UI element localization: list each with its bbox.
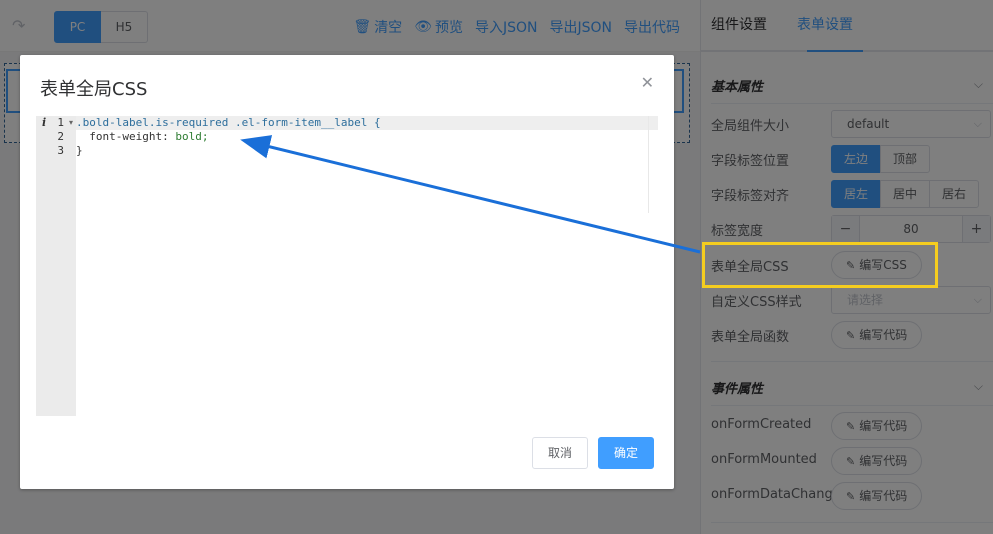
- cancel-button[interactable]: 取消: [532, 437, 588, 469]
- code-line: }: [76, 144, 83, 157]
- info-icon: i: [42, 116, 47, 129]
- code-line: font-weight: bold;: [76, 130, 209, 143]
- editor-gutter: i 1 ▾ 2 3: [36, 116, 76, 416]
- print-margin: [648, 116, 649, 213]
- annotation-highlight-box: [702, 242, 938, 288]
- css-code-editor[interactable]: i 1 ▾ 2 3 .bold-label.is-required .el-fo…: [35, 115, 659, 416]
- confirm-button[interactable]: 确定: [598, 437, 654, 469]
- line-number: 1: [57, 116, 64, 129]
- fold-icon[interactable]: ▾: [69, 116, 73, 130]
- line-number: 3: [57, 144, 64, 157]
- close-icon[interactable]: ✕: [641, 73, 654, 92]
- line-number: 2: [57, 130, 64, 143]
- code-line: .bold-label.is-required .el-form-item__l…: [76, 116, 658, 130]
- form-css-dialog: 表单全局CSS ✕ i 1 ▾ 2 3 .bold-label.is-requi…: [20, 55, 674, 489]
- dialog-title: 表单全局CSS: [40, 79, 148, 100]
- editor-text-area[interactable]: .bold-label.is-required .el-form-item__l…: [76, 116, 658, 416]
